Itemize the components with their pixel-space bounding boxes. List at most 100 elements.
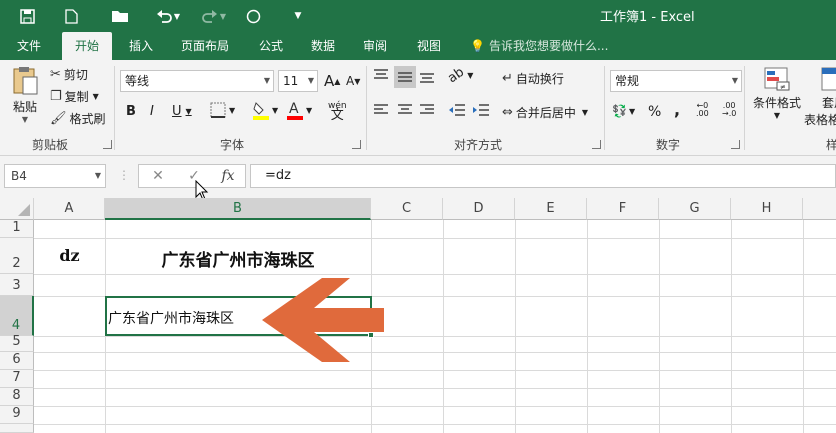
- paste-button[interactable]: 粘贴 ▼: [8, 66, 42, 128]
- phonetic-button[interactable]: wén 文: [328, 102, 347, 123]
- orientation-button[interactable]: ab ▼: [445, 65, 473, 87]
- increase-indent-button[interactable]: [472, 102, 490, 118]
- tab-file[interactable]: 文件: [6, 32, 52, 60]
- worksheet-grid[interactable]: A B C D E F G H 1 2 3 4 5 6 7 8 9 dz 广东省…: [0, 198, 836, 433]
- row-header-10[interactable]: [0, 424, 34, 433]
- bold-button[interactable]: B: [126, 104, 136, 119]
- italic-button[interactable]: I: [150, 104, 154, 119]
- scissors-icon: ✂: [50, 67, 61, 82]
- customize-qat-icon[interactable]: ▼: [290, 0, 306, 32]
- align-middle-button[interactable]: [394, 66, 416, 88]
- row-header-6[interactable]: 6: [0, 352, 34, 370]
- svg-text:≠: ≠: [780, 83, 786, 91]
- cut-button[interactable]: ✂ 剪切: [50, 66, 88, 83]
- column-header-i[interactable]: [803, 198, 836, 220]
- accounting-format-button[interactable]: 💱 ▼: [612, 104, 635, 118]
- undo-icon[interactable]: ▼: [150, 0, 186, 32]
- tell-me-text: 告诉我您想要做什么...: [488, 39, 609, 53]
- open-folder-icon[interactable]: [106, 0, 134, 32]
- column-header-c[interactable]: C: [371, 198, 443, 220]
- tab-view[interactable]: 视图: [408, 32, 450, 60]
- name-box-value: B4: [11, 169, 27, 183]
- new-file-icon[interactable]: [58, 0, 84, 32]
- borders-button[interactable]: ▼: [210, 102, 235, 118]
- number-format-select[interactable]: 常规 ▼: [610, 70, 742, 92]
- tab-home[interactable]: 开始: [62, 32, 112, 60]
- alignment-launcher-icon[interactable]: [592, 140, 601, 149]
- tab-formulas[interactable]: 公式: [250, 32, 292, 60]
- tell-me-box[interactable]: 💡 告诉我您想要做什么...: [470, 32, 608, 60]
- format-as-table-button[interactable]: 套用 表格格: [804, 66, 836, 128]
- copy-icon: ❐: [50, 89, 62, 104]
- shape-icon[interactable]: [242, 0, 264, 32]
- row-header-2[interactable]: 2: [0, 238, 34, 274]
- percent-button[interactable]: %: [648, 104, 661, 120]
- column-header-d[interactable]: D: [443, 198, 515, 220]
- select-all-corner[interactable]: [0, 198, 34, 220]
- redo-icon[interactable]: ▼: [196, 0, 232, 32]
- name-box[interactable]: B4 ▼: [4, 164, 106, 188]
- clipboard-group-label: 剪贴板: [31, 138, 68, 152]
- window-title: 工作簿1 - Excel: [600, 10, 695, 25]
- font-color-button[interactable]: A ▼: [286, 100, 312, 120]
- number-launcher-icon[interactable]: [731, 140, 740, 149]
- save-icon[interactable]: [14, 0, 40, 32]
- cell-a2[interactable]: dz: [34, 246, 105, 265]
- column-header-b[interactable]: B: [105, 198, 371, 220]
- tab-page-layout[interactable]: 页面布局: [172, 32, 238, 60]
- number-group-label: 数字: [655, 138, 680, 152]
- cancel-icon[interactable]: ✕: [143, 165, 173, 187]
- copy-button[interactable]: ❐ 复制 ▼: [50, 88, 99, 105]
- tab-review[interactable]: 审阅: [354, 32, 396, 60]
- clipboard-launcher-icon[interactable]: [103, 140, 112, 149]
- wrap-text-button[interactable]: ↵ 自动换行: [502, 70, 564, 87]
- cell-b2[interactable]: 广东省广州市海珠区: [105, 246, 371, 271]
- row-header-5[interactable]: 5: [0, 334, 34, 352]
- increase-decimal-button[interactable]: ←0.00: [696, 102, 709, 118]
- decrease-indent-button[interactable]: [448, 102, 466, 118]
- insert-function-icon[interactable]: fx: [213, 165, 243, 187]
- column-header-h[interactable]: H: [731, 198, 803, 220]
- alignment-group-label: 对齐方式: [453, 138, 502, 152]
- font-name-select[interactable]: 等线 ▼: [120, 70, 274, 92]
- align-right-button[interactable]: [418, 102, 436, 118]
- formula-input[interactable]: =dz: [250, 164, 836, 188]
- fill-color-button[interactable]: ▼: [252, 100, 278, 120]
- align-top-button[interactable]: [372, 68, 390, 84]
- row-header-1[interactable]: 1: [0, 220, 34, 238]
- decrease-decimal-button[interactable]: .00 →.0: [722, 102, 736, 118]
- copy-label: 复制: [64, 90, 89, 104]
- column-header-f[interactable]: F: [587, 198, 659, 220]
- font-launcher-icon[interactable]: [352, 140, 361, 149]
- conditional-formatting-icon: ≠: [764, 67, 790, 91]
- tab-data[interactable]: 数据: [302, 32, 344, 60]
- merge-center-button[interactable]: ⇔ 合并后居中 ▼: [502, 104, 588, 121]
- decrease-indent-icon: [449, 104, 465, 116]
- align-bottom-button[interactable]: [418, 68, 436, 84]
- comma-style-button[interactable]: ,: [674, 100, 680, 119]
- row-header-3[interactable]: 3: [0, 274, 34, 296]
- row-header-4[interactable]: 4: [0, 296, 34, 336]
- row-header-8[interactable]: 8: [0, 388, 34, 406]
- align-left-button[interactable]: [372, 102, 390, 118]
- shrink-font-button[interactable]: A ▼: [346, 74, 360, 88]
- merge-center-label: 合并后居中: [515, 106, 576, 120]
- font-size-select[interactable]: 11 ▼: [278, 70, 318, 92]
- conditional-formatting-button[interactable]: ≠ 条件格式 ▼: [750, 66, 804, 120]
- grow-font-button[interactable]: A ▲: [324, 72, 340, 90]
- cut-label: 剪切: [63, 68, 88, 82]
- align-center-button[interactable]: [396, 102, 414, 118]
- underline-button[interactable]: U ▼: [172, 104, 192, 119]
- row-header-9[interactable]: 9: [0, 406, 34, 424]
- row-header-7[interactable]: 7: [0, 370, 34, 388]
- align-left-icon: [374, 104, 388, 114]
- tab-insert[interactable]: 插入: [118, 32, 164, 60]
- title-bar: ▼ ▼ ▼ 工作簿1 - Excel: [0, 0, 836, 32]
- format-as-table-label-1: 套用: [822, 96, 836, 110]
- format-painter-button[interactable]: 🖌 格式刷: [50, 110, 106, 127]
- column-header-g[interactable]: G: [659, 198, 731, 220]
- increase-indent-icon: [473, 104, 489, 116]
- paste-label: 粘贴: [12, 100, 37, 114]
- column-header-a[interactable]: A: [34, 198, 105, 220]
- column-header-e[interactable]: E: [515, 198, 587, 220]
